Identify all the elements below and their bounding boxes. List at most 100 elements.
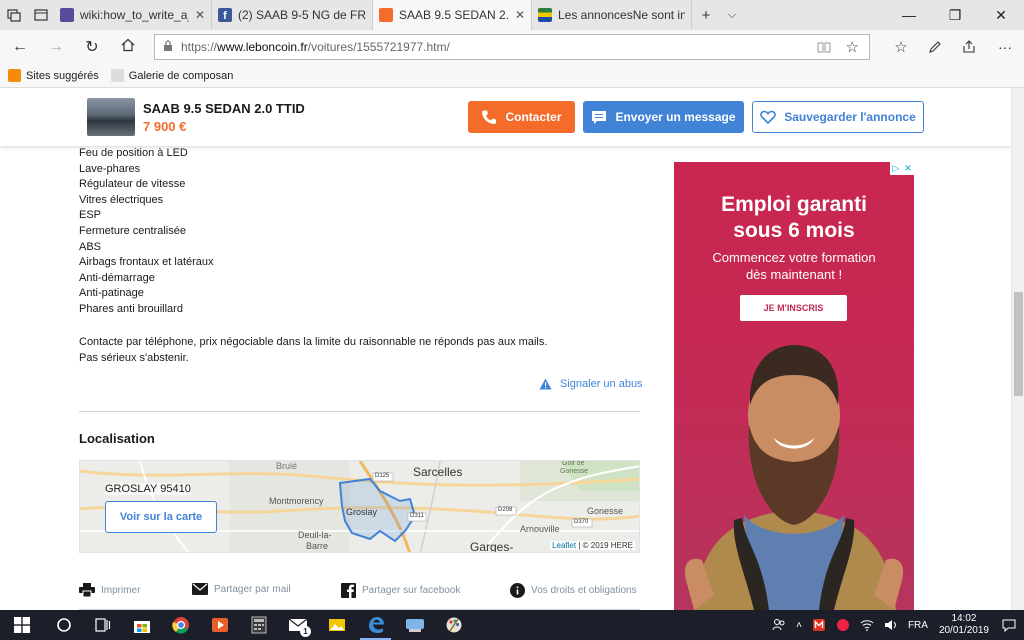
- view-map-button[interactable]: Voir sur la carte: [105, 501, 217, 533]
- clock[interactable]: 14:02 20/01/2019: [939, 613, 989, 637]
- ad-headline-line: sous 6 mois: [733, 219, 855, 242]
- clock-date: 20/01/2019: [938, 625, 989, 636]
- share-icon[interactable]: [952, 30, 986, 64]
- save-ad-button[interactable]: Sauvegarder l'annonce: [752, 101, 924, 133]
- calculator-icon[interactable]: [239, 610, 278, 640]
- cortana-icon[interactable]: [44, 610, 83, 640]
- tab-actions-icon[interactable]: [0, 0, 28, 30]
- url-host: www.leboncoin.fr: [217, 40, 308, 54]
- mail-app-icon[interactable]: 1: [278, 610, 317, 640]
- map-road-d311: D311: [410, 513, 424, 519]
- favorite-gallery[interactable]: Galerie de composan: [110, 69, 233, 82]
- favorite-label: Sites suggérés: [26, 69, 99, 82]
- address-field[interactable]: https:// www.leboncoin.fr /voitures/1555…: [154, 34, 870, 60]
- tab-wiki[interactable]: wiki:how_to_write_a_tech2_ ✕: [54, 0, 212, 30]
- pen-icon[interactable]: [918, 30, 952, 64]
- new-tab-icon[interactable]: +: [692, 0, 720, 30]
- map-label-gonesse: Gonesse: [587, 506, 624, 516]
- people-icon[interactable]: [772, 618, 786, 632]
- reading-view-icon[interactable]: [817, 40, 831, 57]
- mail-label: Partager par mail: [214, 583, 291, 595]
- tab-facebook[interactable]: f (2) SAAB 9-5 NG de FRANC: [212, 0, 373, 30]
- map-label-brule: Brulé: [276, 461, 298, 471]
- gallery-icon: [110, 69, 124, 82]
- photos-icon[interactable]: [317, 610, 356, 640]
- volume-icon[interactable]: [884, 619, 898, 631]
- back-icon[interactable]: ←: [2, 38, 38, 56]
- facebook-icon: [341, 583, 356, 598]
- ad-signup-button[interactable]: JE M'INSCRIS: [740, 295, 847, 321]
- more-icon[interactable]: ···: [988, 30, 1022, 64]
- description-text: Contacte par téléphone, prix négociable …: [79, 334, 640, 366]
- contact-label: Contacter: [505, 110, 562, 124]
- star-icon[interactable]: ☆: [846, 38, 859, 56]
- close-window-icon[interactable]: ✕: [978, 0, 1024, 30]
- map-road-d208: D208: [498, 507, 513, 513]
- page-viewport: SAAB 9.5 SEDAN 2.0 TTID 7 900 € Contacte…: [0, 88, 1011, 610]
- chrome-icon[interactable]: [161, 610, 200, 640]
- favorite-suggested[interactable]: Sites suggérés: [8, 69, 99, 82]
- map-label-golf: Golf de: [562, 460, 585, 467]
- wifi-icon[interactable]: [860, 619, 874, 631]
- restore-icon[interactable]: ❐: [932, 0, 978, 30]
- save-label: Sauvegarder l'annonce: [784, 110, 916, 124]
- scrollbar-thumb[interactable]: [1014, 292, 1023, 396]
- map-label-golf2: Gonesse: [560, 468, 589, 475]
- forward-icon[interactable]: →: [38, 38, 74, 56]
- tab-preview-icon[interactable]: [28, 0, 54, 30]
- bearded-man-image: [684, 345, 904, 610]
- ad-headline: Emploi garanti sous 6 mois: [674, 192, 914, 244]
- windows-start-icon[interactable]: [0, 610, 44, 640]
- map-label-barre: Barre: [306, 541, 329, 551]
- share-mail-link[interactable]: Partager par mail: [192, 583, 291, 595]
- document-icon: [60, 8, 74, 22]
- refresh-icon[interactable]: ↻: [74, 37, 110, 57]
- leaflet-link[interactable]: Leaflet: [552, 541, 576, 550]
- antivirus-icon[interactable]: [812, 618, 826, 632]
- send-message-button[interactable]: Envoyer un message: [583, 101, 744, 133]
- map-road-d370: D370: [574, 519, 589, 525]
- location-title: Localisation: [79, 431, 155, 446]
- minimize-icon[interactable]: —: [886, 0, 932, 30]
- bing-icon: [8, 69, 21, 82]
- show-hidden-icons-icon[interactable]: ˄: [796, 620, 802, 631]
- adchoices-icon[interactable]: ▷ ✕: [890, 162, 914, 175]
- print-link[interactable]: Imprimer: [79, 583, 140, 597]
- task-view-icon[interactable]: [83, 610, 122, 640]
- app-tray-icon[interactable]: [836, 618, 850, 632]
- rights-link[interactable]: Vos droits et obligations: [510, 583, 637, 598]
- warning-icon: [539, 378, 552, 390]
- favorites-hub-icon[interactable]: ☆: [884, 30, 918, 64]
- advertisement-banner[interactable]: ▷ ✕ Emploi garanti sous 6 mois Commencez …: [674, 162, 914, 610]
- address-toolbar: ← → ↻ https:// www.leboncoin.fr /voiture…: [0, 30, 1024, 64]
- ad-price: 7 900 €: [143, 119, 187, 134]
- location-map[interactable]: Sarcelles Montmorency Groslay Gonesse Ar…: [79, 460, 640, 553]
- notifications-icon[interactable]: [1002, 619, 1016, 632]
- network-drive-icon[interactable]: [395, 610, 434, 640]
- language-indicator[interactable]: FRA: [908, 620, 928, 631]
- map-label-garges: Garges-: [470, 540, 514, 553]
- edge-icon[interactable]: [356, 610, 395, 640]
- print-label: Imprimer: [101, 584, 141, 596]
- paint-icon[interactable]: [434, 610, 473, 640]
- message-label: Envoyer un message: [615, 110, 736, 124]
- feature-item: ABS: [79, 240, 102, 253]
- report-abuse-link[interactable]: Signaler un abus: [539, 378, 643, 390]
- chevron-down-icon[interactable]: ⌵: [720, 0, 744, 30]
- home-icon[interactable]: [110, 38, 146, 57]
- map-attribution: Leaflet | © 2019 HERE: [550, 541, 635, 550]
- share-facebook-link[interactable]: Partager sur facebook: [341, 583, 460, 598]
- tab-annonces[interactable]: Les annoncesNe sont indiqu: [532, 0, 692, 30]
- tab-leboncoin[interactable]: SAAB 9.5 SEDAN 2.0 TT ✕: [373, 0, 532, 30]
- contact-button[interactable]: Contacter: [468, 101, 575, 133]
- url-path: /voitures/1555721977.htm/: [307, 40, 450, 54]
- tab-close-icon[interactable]: ✕: [195, 8, 205, 22]
- city-zip: GROSLAY 95410: [105, 483, 191, 495]
- tab-label: SAAB 9.5 SEDAN 2.0 TT: [399, 8, 509, 22]
- car-thumbnail[interactable]: [87, 98, 135, 136]
- feature-item: Feu de position à LED: [79, 147, 188, 159]
- media-player-icon[interactable]: [200, 610, 239, 640]
- store-icon[interactable]: [122, 610, 161, 640]
- tab-close-icon[interactable]: ✕: [515, 8, 525, 22]
- page-scrollbar[interactable]: [1011, 88, 1024, 610]
